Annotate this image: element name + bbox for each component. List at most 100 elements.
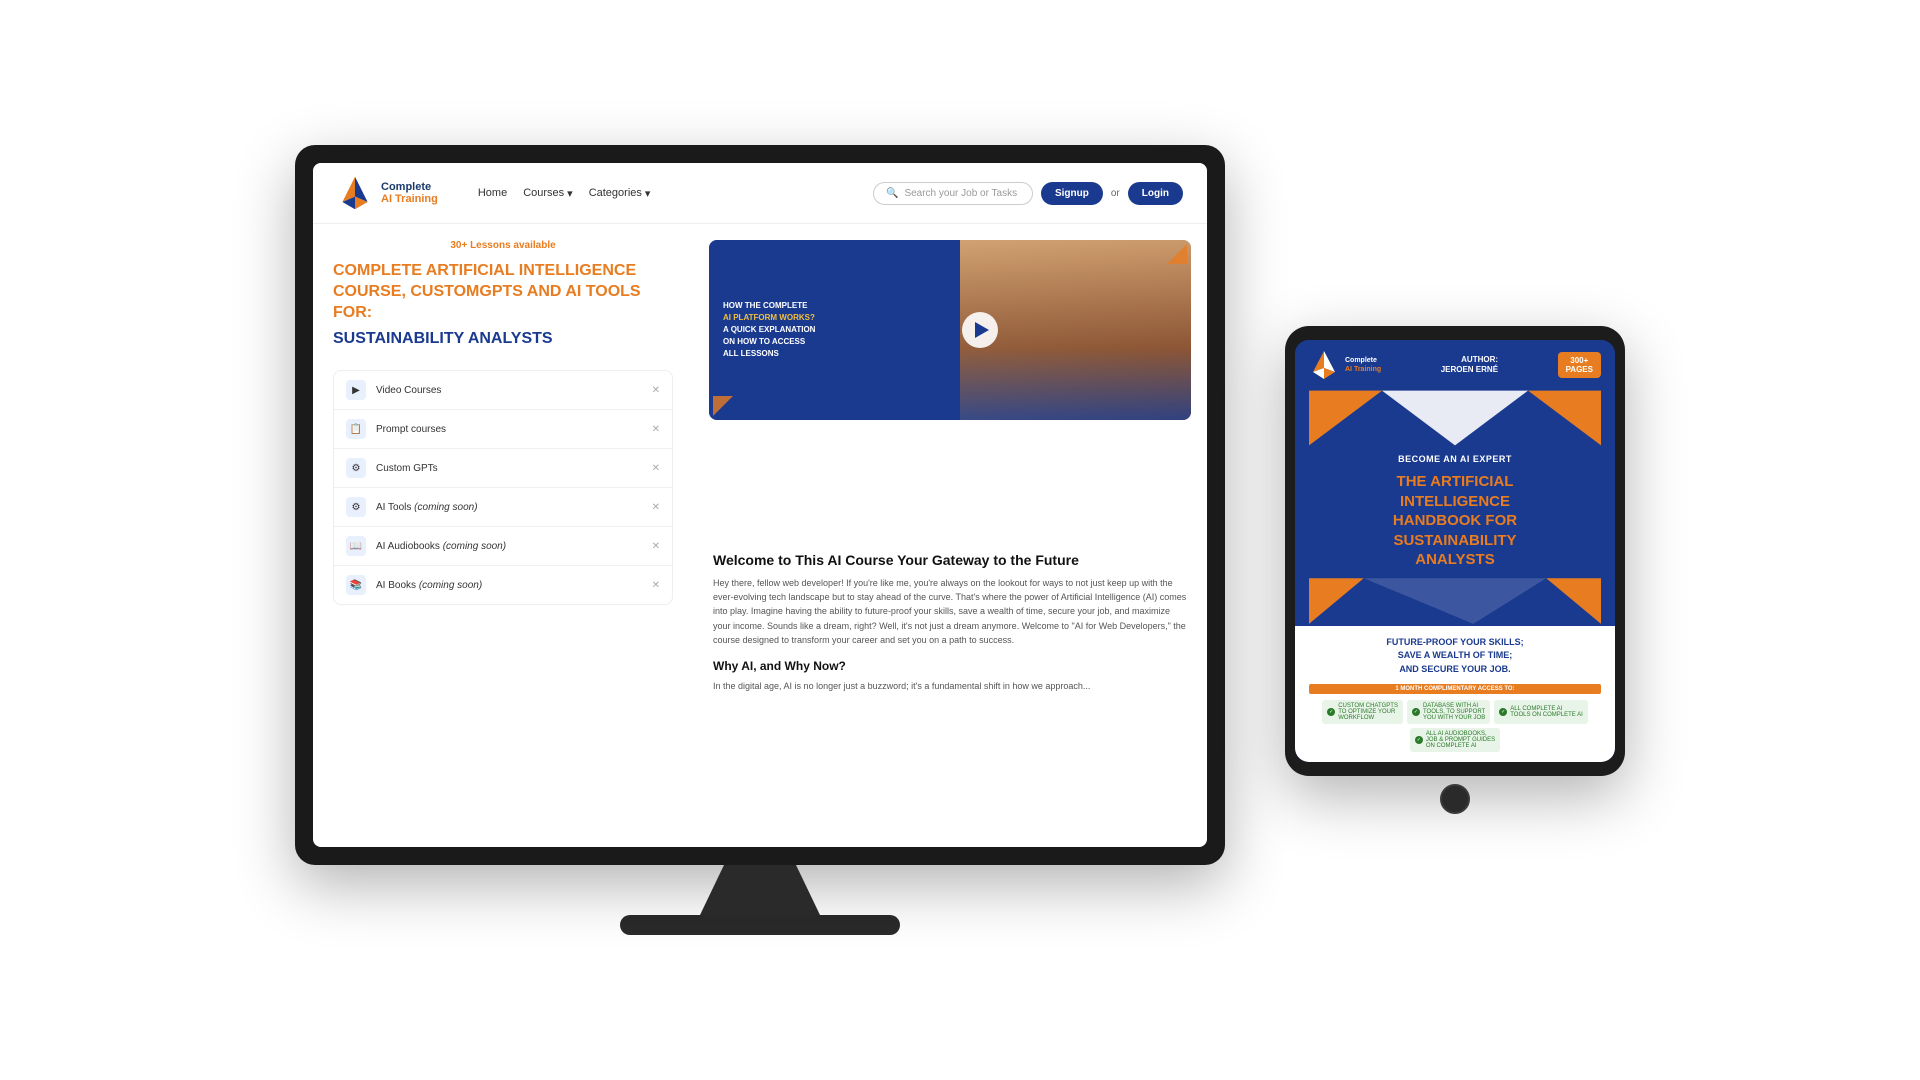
- badge-check-icon: ✓: [1327, 708, 1335, 716]
- sidebar-item-label: AI Audiobooks (coming soon): [376, 541, 642, 552]
- nav-courses[interactable]: Courses ▾: [523, 187, 573, 200]
- bottom-geo-svg: [1309, 576, 1601, 626]
- book-bottom-section: FUTURE-PROOF YOUR SKILLS; SAVE A WEALTH …: [1295, 626, 1615, 763]
- monitor-inner: Complete AI Training Home Courses ▾: [313, 163, 1207, 847]
- sidebar-item-custom-gpts[interactable]: ⚙ Custom GPTs ✕: [334, 449, 672, 488]
- or-label: or: [1111, 188, 1120, 199]
- author-area: AUTHOR: JEROEN ERNÉ: [1441, 355, 1498, 376]
- book-bottom-geo: [1309, 576, 1601, 626]
- video-text-overlay: HOW THE COMPLETE AI PLATFORM WORKS? A QU…: [709, 240, 974, 420]
- nav-search-area: 🔍 Search your Job or Tasks Signup or Log…: [873, 182, 1183, 205]
- book-header: Complete AI Training AUTHOR: JEROEN ERNÉ: [1295, 340, 1615, 388]
- badge-check-icon: ✓: [1415, 736, 1423, 744]
- sidebar-item-ai-tools[interactable]: ⚙ AI Tools (coming soon) ✕: [334, 488, 672, 527]
- nav-home[interactable]: Home: [478, 187, 507, 199]
- book-logo-text: Complete AI Training: [1345, 356, 1381, 374]
- signup-button[interactable]: Signup: [1041, 182, 1103, 205]
- badge-check-icon: ✓: [1499, 708, 1507, 716]
- video-courses-icon: ▶: [346, 380, 366, 400]
- sidebar-item-ai-books[interactable]: 📚 AI Books (coming soon) ✕: [334, 566, 672, 604]
- ai-books-icon: 📚: [346, 575, 366, 595]
- book-cover: Complete AI Training AUTHOR: JEROEN ERNÉ: [1295, 340, 1615, 762]
- article-title: Welcome to This AI Course Your Gateway t…: [713, 552, 1187, 568]
- book-geometry-svg: [1309, 388, 1601, 448]
- ai-tools-icon: ⚙: [346, 497, 366, 517]
- sidebar-item-ai-audiobooks[interactable]: 📖 AI Audiobooks (coming soon) ✕: [334, 527, 672, 566]
- play-icon: [975, 322, 989, 338]
- article-section: Welcome to This AI Course Your Gateway t…: [693, 536, 1207, 848]
- logo-text: Complete AI Training: [381, 181, 438, 205]
- categories-chevron-icon: ▾: [645, 187, 651, 200]
- right-area: HOW THE COMPLETE AI PLATFORM WORKS? A QU…: [693, 224, 1207, 847]
- play-button[interactable]: [962, 312, 998, 348]
- access-badge: 1 MONTH COMPLIMENTARY ACCESS TO:: [1309, 684, 1601, 694]
- book-logo-icon: [1309, 350, 1339, 380]
- deco-top-right: [1167, 244, 1187, 264]
- author-label: AUTHOR:: [1461, 355, 1498, 364]
- close-icon[interactable]: ✕: [652, 424, 660, 435]
- main-content: 30+ Lessons available COMPLETE ARTIFICIA…: [313, 224, 1207, 847]
- sidebar-item-label: Video Courses: [376, 385, 642, 396]
- nav-categories[interactable]: Categories ▾: [589, 187, 651, 200]
- search-placeholder: Search your Job or Tasks: [904, 188, 1017, 199]
- book-main-title: THE ARTIFICIAL INTELLIGENCE HANDBOOK FOR…: [1309, 472, 1601, 570]
- logo: Complete AI Training: [337, 175, 438, 211]
- book-future-text: FUTURE-PROOF YOUR SKILLS; SAVE A WEALTH …: [1309, 636, 1601, 677]
- hero-subtitle: SUSTAINABILITY ANALYSTS: [333, 329, 673, 350]
- article-body2: In the digital age, AI is no longer just…: [713, 679, 1187, 693]
- book-badges: ✓ CUSTOM CHATGPTSTO OPTIMIZE YOURWORKFLO…: [1309, 700, 1601, 752]
- deco-bottom-left: [713, 396, 733, 416]
- left-panel: 30+ Lessons available COMPLETE ARTIFICIA…: [313, 224, 693, 847]
- close-icon[interactable]: ✕: [652, 541, 660, 552]
- tablet-wrapper: Complete AI Training AUTHOR: JEROEN ERNÉ: [1285, 326, 1625, 814]
- badge-database: ✓ DATABASE WITH AITOOLS, TO SUPPORTYOU W…: [1407, 700, 1490, 724]
- pages-badge: 300+ PAGES: [1558, 352, 1601, 378]
- close-icon[interactable]: ✕: [652, 502, 660, 513]
- prompt-courses-icon: 📋: [346, 419, 366, 439]
- sidebar-list: ▶ Video Courses ✕ 📋 Prompt courses ✕: [333, 370, 673, 605]
- close-icon[interactable]: ✕: [652, 580, 660, 591]
- logo-ai-training: AI Training: [381, 193, 438, 205]
- logo-icon: [337, 175, 373, 211]
- badge-custom-chatgpts: ✓ CUSTOM CHATGPTSTO OPTIMIZE YOURWORKFLO…: [1322, 700, 1403, 724]
- login-button[interactable]: Login: [1128, 182, 1183, 205]
- video-thumbnail[interactable]: HOW THE COMPLETE AI PLATFORM WORKS? A QU…: [709, 240, 1191, 420]
- website: Complete AI Training Home Courses ▾: [313, 163, 1207, 847]
- nav: Complete AI Training Home Courses ▾: [313, 163, 1207, 224]
- sidebar-item-prompt-courses[interactable]: 📋 Prompt courses ✕: [334, 410, 672, 449]
- logo-complete: Complete: [381, 181, 438, 193]
- ai-audiobooks-icon: 📖: [346, 536, 366, 556]
- courses-chevron-icon: ▾: [567, 187, 573, 200]
- search-box[interactable]: 🔍 Search your Job or Tasks: [873, 182, 1033, 205]
- search-icon: 🔍: [886, 188, 898, 199]
- monitor-screen: Complete AI Training Home Courses ▾: [313, 163, 1207, 847]
- badge-check-icon: ✓: [1412, 708, 1420, 716]
- sidebar-item-label: Custom GPTs: [376, 463, 642, 474]
- tablet-screen: Complete AI Training AUTHOR: JEROEN ERNÉ: [1295, 340, 1615, 762]
- tablet-home-button[interactable]: [1440, 784, 1470, 814]
- book-geo-area: [1309, 388, 1601, 448]
- article-body: Hey there, fellow web developer! If you'…: [713, 576, 1187, 648]
- badge-audiobooks: ✓ ALL AI AUDIOBOOKS,JOB & PROMPT GUIDESO…: [1410, 728, 1500, 752]
- author-name: JEROEN ERNÉ: [1441, 365, 1498, 374]
- sidebar-item-label: Prompt courses: [376, 424, 642, 435]
- sidebar-item-label: AI Books (coming soon): [376, 580, 642, 591]
- monitor-base: [620, 915, 900, 935]
- lessons-badge: 30+ Lessons available: [333, 240, 673, 251]
- scene: Complete AI Training Home Courses ▾: [0, 0, 1920, 1080]
- sidebar-item-video-courses[interactable]: ▶ Video Courses ✕: [334, 371, 672, 410]
- book-become-expert: BECOME AN AI EXPERT: [1309, 454, 1601, 464]
- custom-gpts-icon: ⚙: [346, 458, 366, 478]
- monitor: Complete AI Training Home Courses ▾: [295, 145, 1225, 865]
- monitor-wrapper: Complete AI Training Home Courses ▾: [295, 145, 1225, 935]
- book-body: BECOME AN AI EXPERT THE ARTIFICIAL INTEL…: [1295, 388, 1615, 626]
- monitor-stand: [700, 865, 820, 915]
- sidebar-item-label: AI Tools (coming soon): [376, 502, 642, 513]
- video-area: HOW THE COMPLETE AI PLATFORM WORKS? A QU…: [693, 224, 1207, 536]
- hero-title: COMPLETE ARTIFICIAL INTELLIGENCE COURSE,…: [333, 261, 673, 323]
- close-icon[interactable]: ✕: [652, 385, 660, 396]
- badge-complete-ai: ✓ ALL COMPLETE AITOOLS ON COMPLETE AI: [1494, 700, 1588, 724]
- nav-links: Home Courses ▾ Categories ▾: [478, 187, 651, 200]
- close-icon[interactable]: ✕: [652, 463, 660, 474]
- article-h2: Why AI, and Why Now?: [713, 659, 1187, 673]
